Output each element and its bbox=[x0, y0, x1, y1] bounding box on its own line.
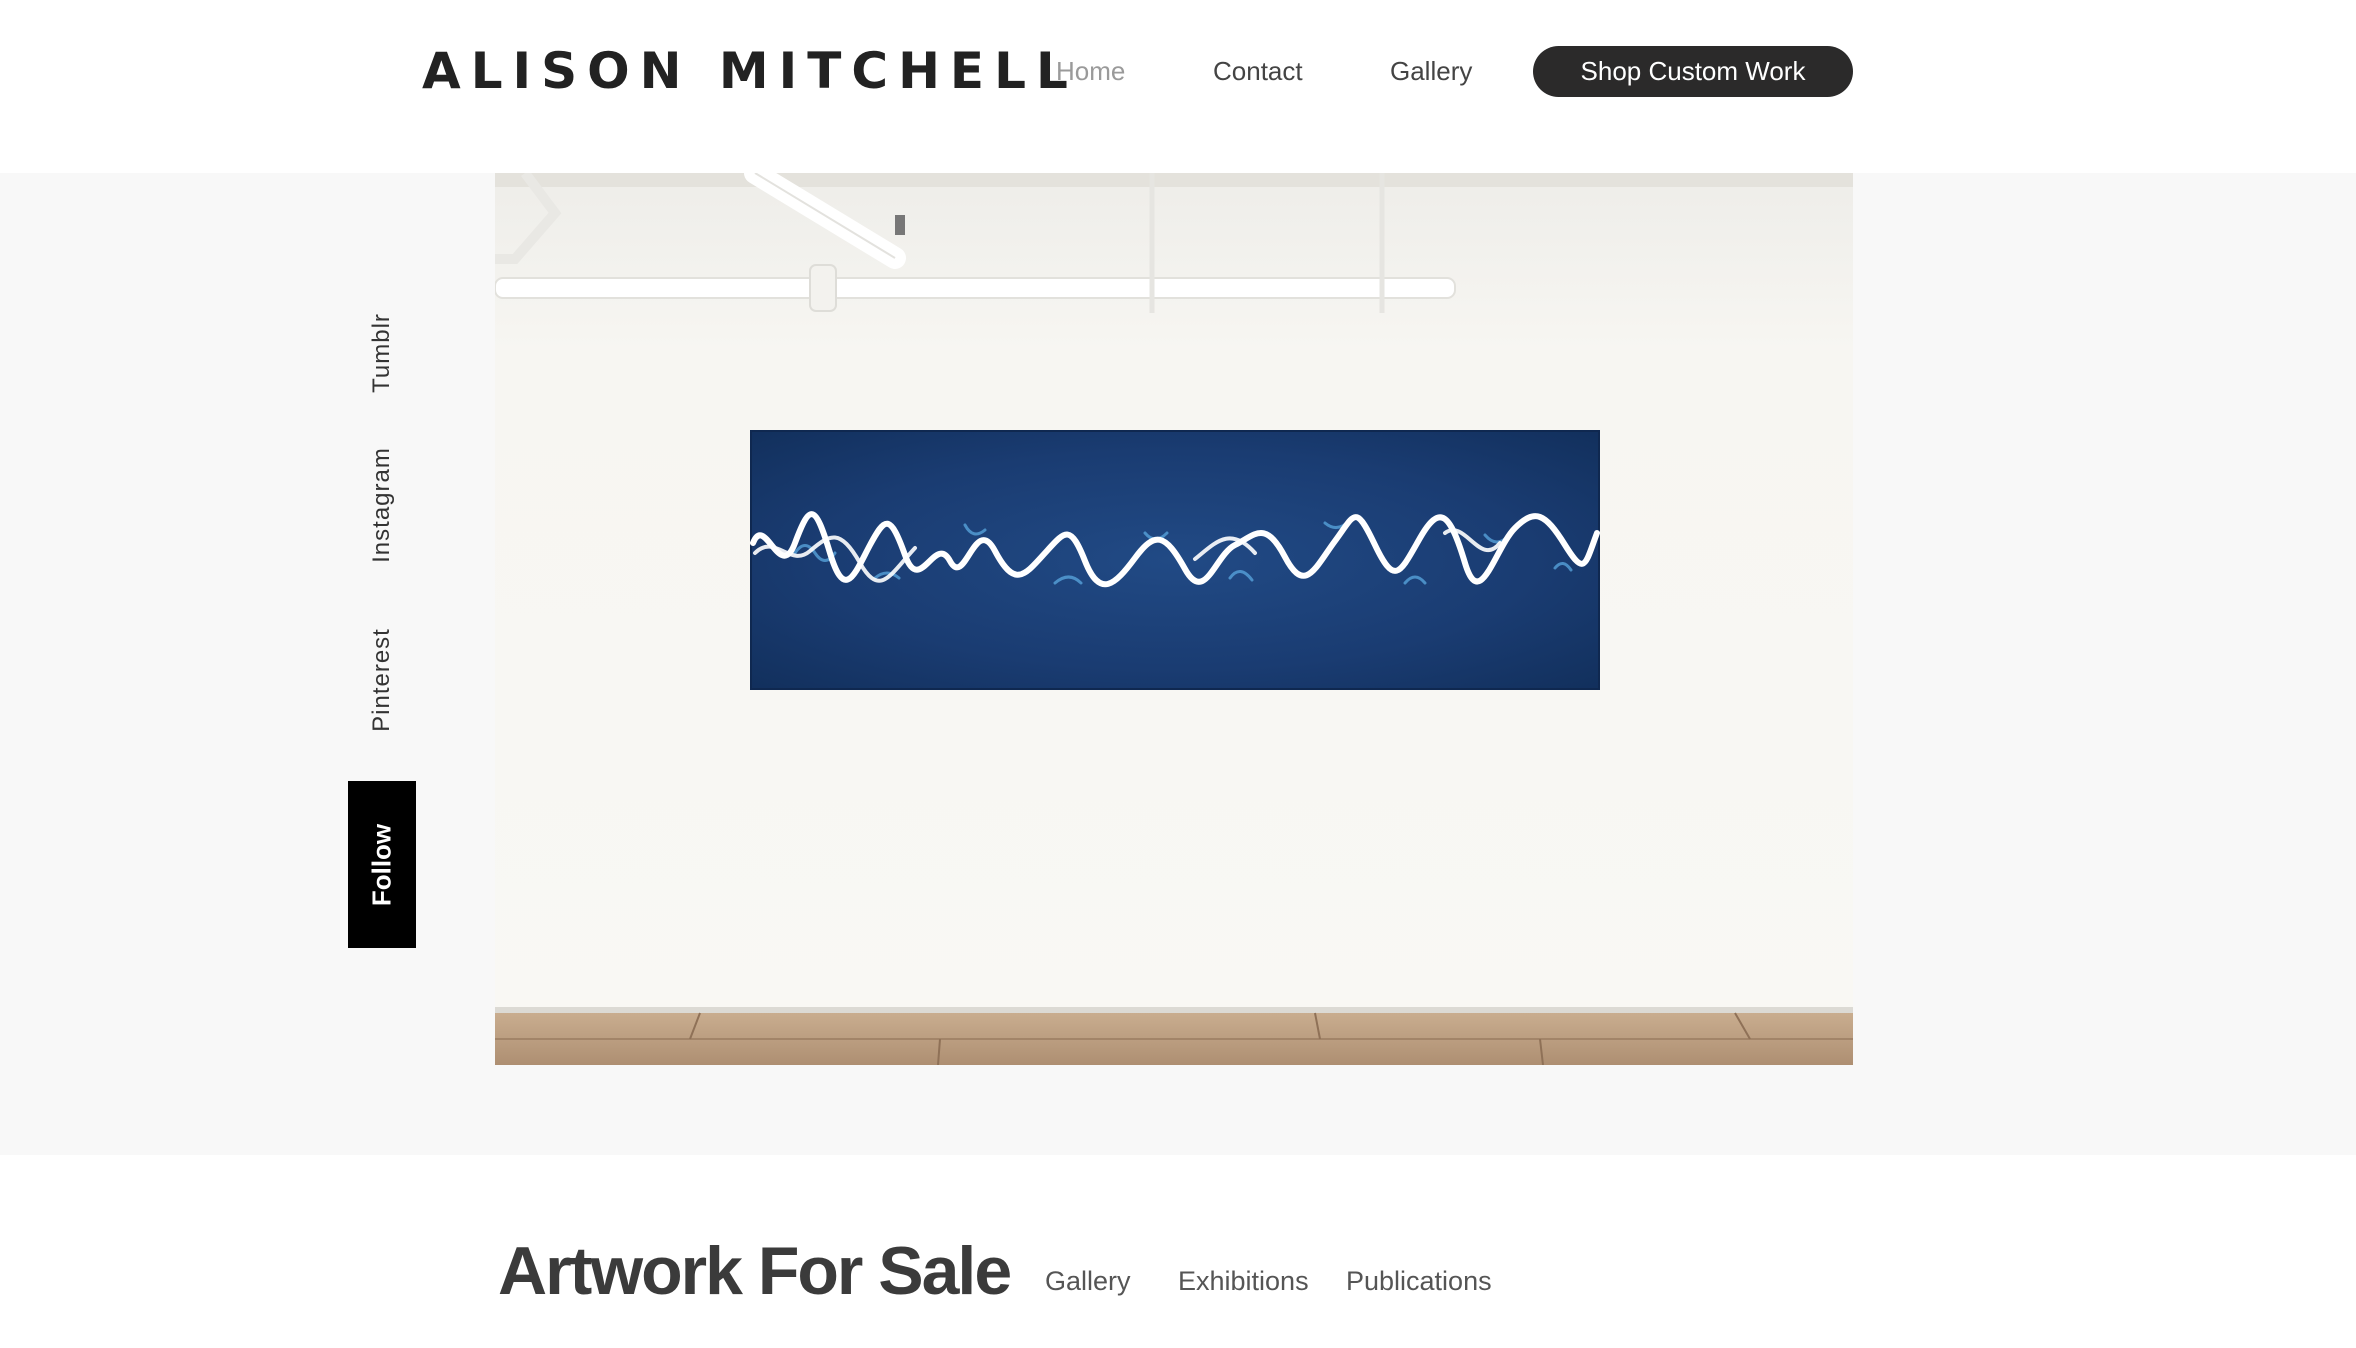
nav-gallery[interactable]: Gallery bbox=[1390, 56, 1472, 87]
hero-image bbox=[495, 173, 1853, 1065]
gallery-wall-photo bbox=[495, 173, 1853, 1065]
site-logo[interactable]: ALISON MITCHELL bbox=[422, 42, 1078, 100]
follow-button[interactable]: Follow bbox=[348, 781, 416, 948]
social-link-instagram[interactable]: Instagram bbox=[368, 447, 396, 563]
site-header: ALISON MITCHELL Home Contact Gallery Sho… bbox=[0, 0, 2356, 173]
page: ALISON MITCHELL Home Contact Gallery Sho… bbox=[0, 0, 2356, 1348]
follow-label: Follow bbox=[366, 823, 397, 906]
sublink-publications[interactable]: Publications bbox=[1346, 1266, 1492, 1297]
sublink-exhibitions[interactable]: Exhibitions bbox=[1178, 1266, 1309, 1297]
social-link-tumblr[interactable]: Tumblr bbox=[368, 313, 396, 393]
nav-contact[interactable]: Contact bbox=[1213, 56, 1303, 87]
sublink-gallery[interactable]: Gallery bbox=[1045, 1266, 1131, 1297]
section-title: Artwork For Sale bbox=[498, 1233, 1012, 1309]
shop-custom-work-button[interactable]: Shop Custom Work bbox=[1533, 46, 1853, 97]
nav-home[interactable]: Home bbox=[1056, 56, 1125, 87]
social-link-pinterest[interactable]: Pinterest bbox=[368, 628, 396, 732]
